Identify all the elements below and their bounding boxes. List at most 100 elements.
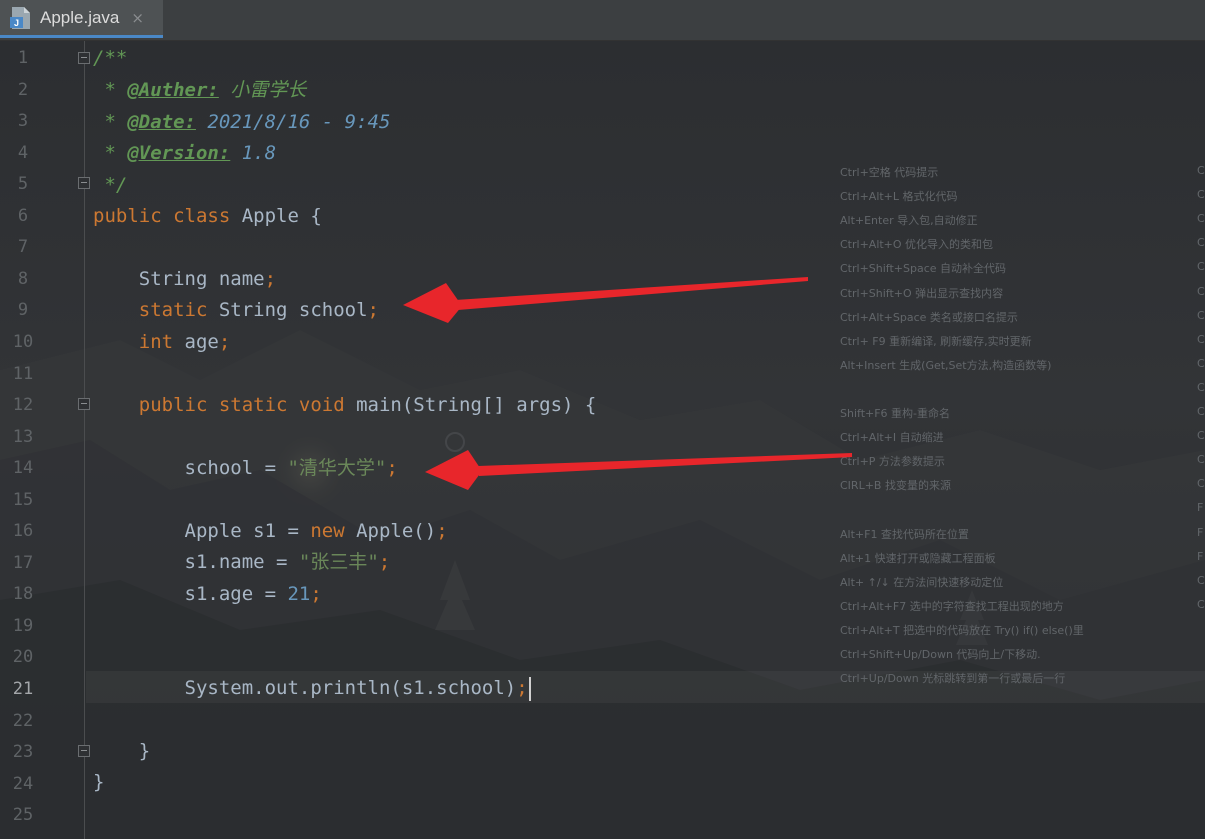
shortcut-tip-cropped: F (1197, 501, 1204, 515)
shortcut-tip: Ctrl+Shift+Space 自动补全代码 (840, 262, 1007, 276)
assignment: school = (93, 457, 288, 479)
svg-text:J: J (14, 18, 19, 28)
line-number: 21 (12, 679, 34, 699)
java-file-icon: J (10, 6, 30, 29)
line-number: 2 (17, 79, 29, 100)
fold-marker-icon[interactable] (78, 398, 90, 410)
tab-close-icon[interactable]: × (131, 9, 144, 27)
doc-comment-star: * (93, 111, 128, 133)
semicolon: ; (367, 299, 379, 321)
shortcut-tip-cropped: C (1197, 212, 1205, 226)
code-line-3: * @Date: 2021/8/16 - 9:45 (93, 106, 390, 138)
line-number: 16 (12, 521, 34, 542)
line-number: 13 (12, 426, 34, 447)
semicolon: ; (386, 457, 398, 479)
closing-brace: } (93, 771, 105, 793)
shortcut-tip: Ctrl+Up/Down 光标跳转到第一行或最后一行 (840, 672, 1066, 686)
doc-tag-date: @Date: (127, 111, 196, 133)
keyword: public class (93, 205, 231, 227)
shortcut-tip: CIRL+B 找变量的来源 (840, 479, 951, 493)
shortcut-tip-cropped: C (1197, 188, 1205, 202)
keyword: public static void (93, 394, 345, 416)
shortcut-tip: Alt+ ↑/↓ 在方法间快速移动定位 (840, 575, 1004, 589)
doc-date-value: 2021/8/16 - 9:45 (195, 111, 391, 133)
line-number: 8 (17, 268, 29, 289)
doc-tag-version: @Version: (127, 142, 231, 164)
assignment: s1.age = (93, 583, 288, 605)
code-line-14: school = "清华大学"; (93, 452, 398, 484)
shortcut-tip: Ctrl+空格 代码提示 (840, 166, 939, 179)
code-line-6: public class Apple { (93, 200, 322, 232)
doc-comment-open: /** (93, 47, 128, 69)
shortcut-tip-cropped: C (1197, 405, 1205, 418)
semicolon: ; (264, 268, 277, 290)
string-literal: "张三丰" (298, 551, 379, 573)
fold-marker-icon[interactable] (78, 177, 90, 189)
class-declaration: Apple { (230, 205, 322, 227)
method-call: System.out.println(s1.school) (93, 677, 517, 699)
semicolon: ; (378, 551, 391, 573)
line-number: 24 (12, 773, 34, 794)
line-number: 11 (12, 363, 34, 384)
doc-comment-star: * (93, 79, 128, 101)
line-number: 19 (12, 615, 34, 636)
shortcut-tip: Alt+Insert 生成(Get,Set方法,构造函数等) (840, 358, 1052, 372)
shortcut-tip: Ctrl+Alt+Space 类名或接口名提示 (840, 310, 1018, 324)
shortcut-tip: Ctrl+Alt+T 把选中的代码放在 Try() if() else()里 (840, 623, 1084, 637)
semicolon: ; (436, 520, 448, 542)
shortcut-tip: Alt+1 快速打开或隐藏工程面板 (840, 551, 996, 565)
doc-comment-star: * (93, 142, 128, 164)
keyword: int (93, 331, 174, 353)
field-declaration: age (173, 331, 219, 353)
shortcut-tip-cropped: F (1197, 549, 1204, 563)
line-number: 7 (17, 237, 29, 258)
shortcut-tip: Ctrl+Shift+O 弹出显示查找内容 (840, 286, 1004, 300)
semicolon: ; (516, 677, 528, 699)
doc-author-value: 小雷学长 (218, 79, 307, 101)
code-line-4: * @Version: 1.8 (93, 137, 276, 169)
line-number: 6 (17, 205, 29, 226)
code-line-23: } (93, 735, 150, 767)
shortcut-tip-cropped: C (1197, 236, 1205, 250)
fold-marker-icon[interactable] (78, 745, 90, 757)
line-number: 1 (17, 48, 29, 68)
shortcut-tip-cropped: C (1197, 356, 1205, 370)
tab-apple-java[interactable]: J Apple.java × (0, 0, 163, 38)
shortcut-tip-cropped: C (1197, 573, 1205, 587)
assignment: Apple s1 = (93, 520, 311, 542)
string-literal: "清华大学" (287, 457, 387, 479)
field-declaration: String name (93, 268, 265, 290)
shortcut-tip: Alt+Enter 导入包,自动修正 (840, 214, 978, 228)
line-number: 3 (17, 111, 29, 132)
shortcut-tip-cropped: C (1197, 453, 1205, 467)
line-number: 10 (12, 331, 34, 352)
code-line-17: s1.name = "张三丰"; (93, 546, 391, 578)
shortcut-tip-cropped: C (1197, 308, 1205, 322)
code-line-24: } (93, 766, 104, 798)
doc-comment-close: */ (93, 174, 128, 196)
line-number: 20 (12, 647, 34, 668)
doc-version-value: 1.8 (230, 142, 277, 164)
closing-brace: } (93, 740, 151, 762)
line-number: 14 (12, 458, 34, 479)
shortcut-tip-cropped: C (1197, 429, 1205, 443)
code-line-10: int age; (93, 326, 231, 358)
shortcut-tip-cropped: C (1197, 260, 1205, 274)
shortcut-tip: Ctrl+P 方法参数提示 (840, 455, 945, 469)
line-number: 17 (12, 552, 34, 573)
line-number: 9 (17, 300, 29, 321)
line-number: 12 (12, 395, 34, 416)
shortcut-tip: Ctrl+Alt+L 格式化代码 (840, 190, 958, 204)
gutter-divider (84, 40, 85, 839)
shortcut-tip: Ctrl+Shift+Up/Down 代码向上/下移动. (840, 648, 1041, 661)
line-number: 4 (17, 142, 29, 163)
fold-marker-icon[interactable] (78, 52, 90, 64)
line-number: 15 (12, 489, 34, 510)
line-number-gutter: 1 2 3 4 5 6 7 8 9 10 11 12 13 14 15 16 17 18 19 20 21 22 23 24 2… (0, 40, 85, 839)
code-line-18: s1.age = 21; (93, 578, 322, 610)
shortcut-tip: Ctrl+Alt+I 自动缩进 (840, 431, 944, 445)
shortcut-tip-cropped: C (1197, 380, 1205, 394)
number-literal: 21 (287, 583, 311, 605)
semicolon: ; (218, 331, 231, 353)
shortcut-tip-cropped: F (1197, 525, 1204, 539)
